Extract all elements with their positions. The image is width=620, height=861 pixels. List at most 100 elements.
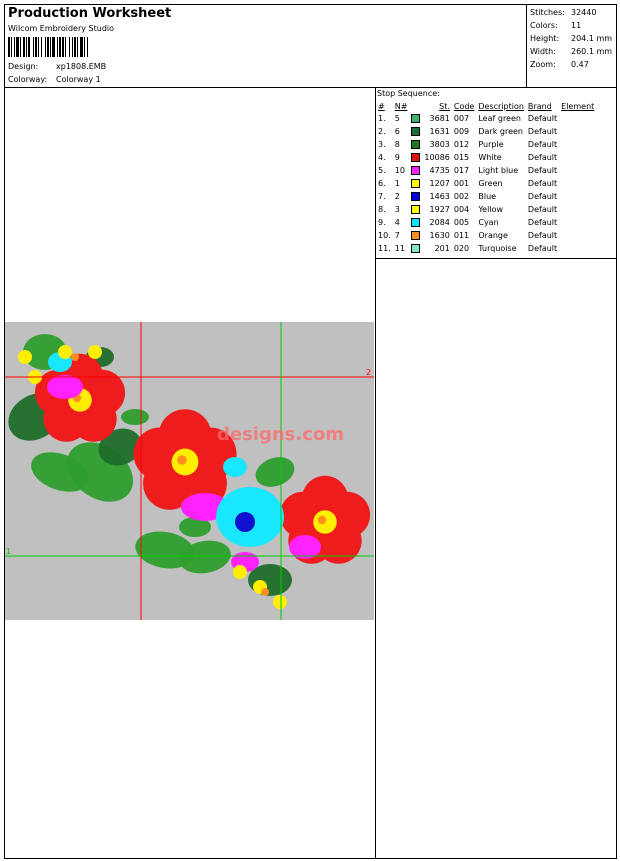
barcode-bar	[20, 37, 21, 57]
cell-st: 2084	[429, 218, 450, 227]
cell-element	[559, 203, 596, 216]
leaf-shape	[121, 409, 149, 425]
colorway-value: Colorway 1	[56, 75, 101, 84]
cell-brand: Default	[527, 231, 558, 240]
cell-st: 1630	[429, 231, 450, 240]
flower-right-center-dot	[317, 515, 327, 525]
table-row: 4. 9 10086 015 White Default	[376, 151, 596, 164]
barcode-bar	[8, 37, 10, 57]
cell-n: 3	[394, 205, 400, 214]
cell-code: 015	[453, 153, 470, 162]
color-swatch	[411, 231, 421, 240]
cell-desc: Turquoise	[478, 244, 517, 253]
barcode-bar	[87, 37, 88, 57]
cell-idx: 3.	[378, 140, 386, 149]
cell-code: 005	[453, 218, 470, 227]
stop-sequence-title: Stop Sequence:	[377, 89, 440, 98]
color-swatch-cell	[409, 125, 422, 138]
color-swatch-cell	[409, 138, 422, 151]
stat-height: Height: 204.1 mm	[530, 32, 612, 45]
cell-idx: 8.	[378, 205, 386, 214]
color-swatch-cell	[409, 190, 422, 203]
colorway-row: Colorway: Colorway 1	[8, 75, 101, 84]
cell-brand: Default	[527, 140, 558, 149]
barcode-bar	[74, 37, 76, 57]
cell-brand: Default	[527, 166, 558, 175]
flower-middle-center-dot	[177, 455, 187, 465]
color-swatch-cell	[409, 151, 422, 164]
cell-st: 4735	[429, 166, 450, 175]
table-row: 3. 8 3803 012 Purple Default	[376, 138, 596, 151]
yellow-bud	[18, 350, 32, 364]
barcode-bar	[50, 37, 51, 57]
barcode-bar	[33, 37, 34, 57]
cell-desc: Yellow	[478, 205, 503, 214]
magenta-accent	[47, 375, 83, 399]
cell-element	[559, 190, 596, 203]
blue-center	[235, 512, 255, 532]
stat-colors: Colors: 11	[530, 19, 612, 32]
cell-element	[559, 151, 596, 164]
color-swatch-cell	[409, 242, 422, 255]
cell-desc: Blue	[478, 192, 497, 201]
cell-code: 012	[453, 140, 470, 149]
cell-code: 004	[453, 205, 470, 214]
col-header: Code	[453, 101, 475, 111]
cell-n: 6	[394, 127, 400, 136]
cell-brand: Default	[527, 114, 558, 123]
stat-label: Height:	[530, 34, 560, 43]
cell-n: 2	[394, 192, 400, 201]
color-swatch-cell	[409, 177, 422, 190]
orange-bud	[261, 588, 269, 596]
col-header: Brand	[527, 101, 552, 111]
table-row: 2. 6 1631 009 Dark green Default	[376, 125, 596, 138]
col-header-swatch	[409, 100, 422, 112]
cell-brand: Default	[527, 127, 558, 136]
table-row: 6. 1 1207 001 Green Default	[376, 177, 596, 190]
stat-value: 11	[571, 21, 582, 30]
col-header: #	[378, 101, 385, 111]
design-label: Design:	[8, 62, 39, 71]
col-header: Element	[561, 101, 595, 111]
cell-brand: Default	[527, 244, 558, 253]
cell-code: 002	[453, 192, 470, 201]
cell-desc: Purple	[478, 140, 504, 149]
cell-idx: 2.	[378, 127, 386, 136]
cell-n: 1	[394, 179, 400, 188]
col-header: Description	[478, 101, 524, 111]
stat-label: Colors:	[530, 21, 558, 30]
design-preview: 2 1 designs.com	[5, 322, 374, 620]
cell-desc: Dark green	[478, 127, 523, 136]
barcode-bar	[28, 37, 30, 57]
table-row: 7. 2 1463 002 Blue Default	[376, 190, 596, 203]
stat-width: Width: 260.1 mm	[530, 45, 612, 58]
barcode-bar	[65, 37, 66, 57]
barcode-bar	[72, 37, 73, 57]
cell-idx: 1.	[378, 114, 386, 123]
cell-code: 011	[453, 231, 470, 240]
cell-desc: Leaf green	[478, 114, 521, 123]
cell-element	[559, 112, 596, 125]
cell-n: 7	[394, 231, 400, 240]
cell-st: 201	[434, 244, 450, 253]
color-swatch	[411, 114, 421, 123]
barcode-bar	[77, 37, 78, 57]
cell-element	[559, 242, 596, 255]
color-swatch	[411, 218, 421, 227]
cell-element	[559, 229, 596, 242]
sequence-divider	[375, 258, 617, 259]
cell-n: 5	[394, 114, 400, 123]
cell-element	[559, 216, 596, 229]
yellow-bud	[58, 345, 72, 359]
cell-st: 1927	[429, 205, 450, 214]
table-row: 9. 4 2084 005 Cyan Default	[376, 216, 596, 229]
stat-value: 260.1 mm	[571, 47, 613, 56]
color-swatch-cell	[409, 229, 422, 242]
cell-code: 007	[453, 114, 470, 123]
color-swatch	[411, 205, 421, 214]
design-value: xp1808.EMB	[56, 62, 107, 71]
barcode-bar	[45, 37, 46, 57]
cell-n: 11	[394, 244, 405, 253]
barcode-bar	[62, 37, 64, 57]
cell-n: 8	[394, 140, 400, 149]
